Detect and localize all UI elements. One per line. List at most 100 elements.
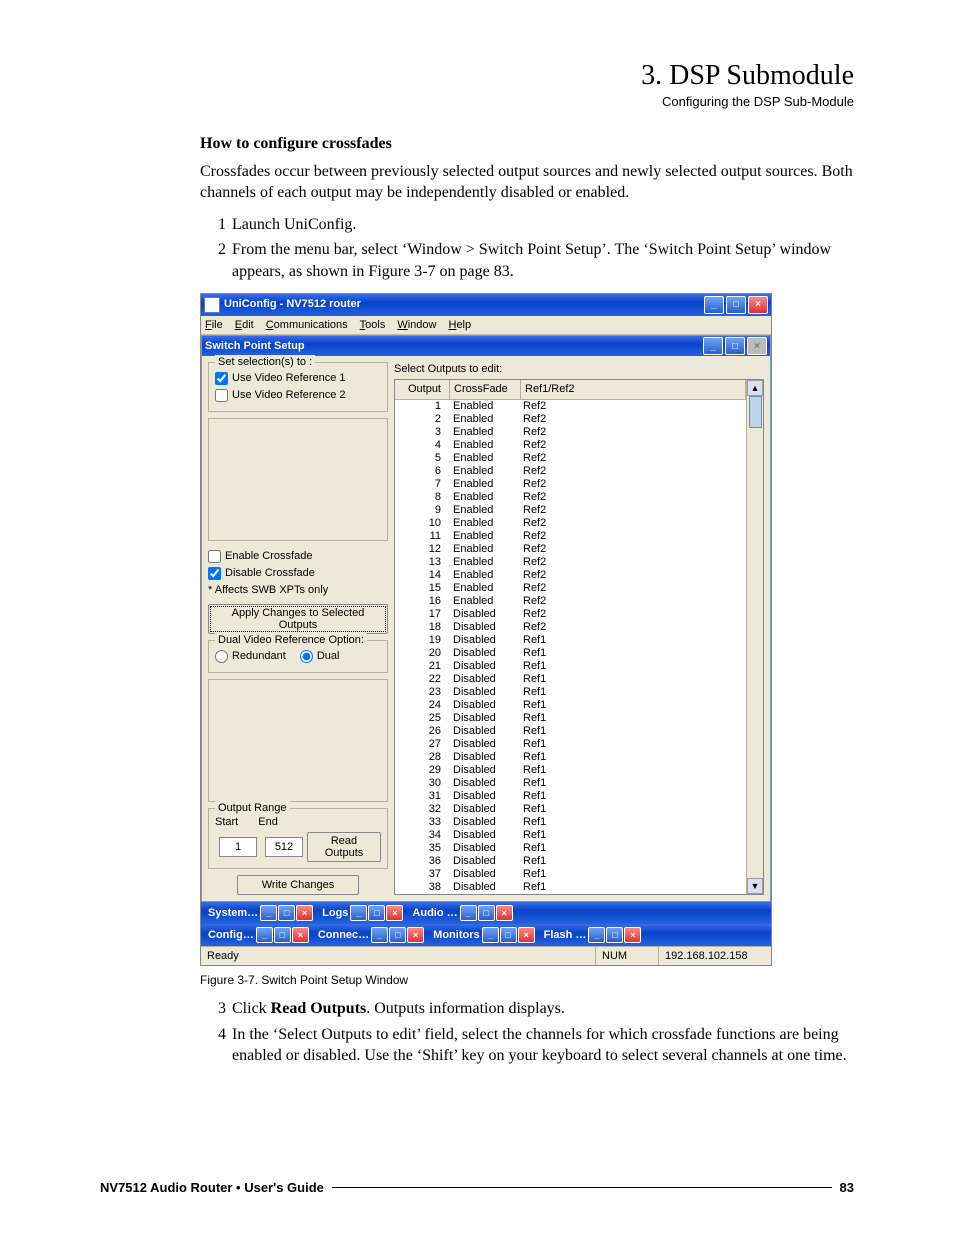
status-num: NUM <box>596 947 659 965</box>
menu-window[interactable]: Window <box>397 318 436 333</box>
table-row[interactable]: 19DisabledRef1 <box>395 634 746 647</box>
mdi-task[interactable]: Connec…_□× <box>313 926 426 944</box>
table-row[interactable]: 36DisabledRef1 <box>395 855 746 868</box>
task-minimize-icon[interactable]: _ <box>256 927 273 943</box>
table-row[interactable]: 5EnabledRef2 <box>395 452 746 465</box>
scrollbar[interactable]: ▲ ▼ <box>746 380 763 894</box>
table-row[interactable]: 6EnabledRef2 <box>395 465 746 478</box>
menu-tools[interactable]: Tools <box>360 318 386 333</box>
task-close-icon[interactable]: × <box>624 927 641 943</box>
table-row[interactable]: 34DisabledRef1 <box>395 829 746 842</box>
disable-crossfade-checkbox[interactable]: Disable Crossfade <box>208 566 388 581</box>
task-minimize-icon[interactable]: _ <box>460 905 477 921</box>
task-minimize-icon[interactable]: _ <box>588 927 605 943</box>
end-input[interactable] <box>265 837 303 857</box>
table-row[interactable]: 32DisabledRef1 <box>395 803 746 816</box>
table-row[interactable]: 27DisabledRef1 <box>395 738 746 751</box>
table-row[interactable]: 18DisabledRef2 <box>395 621 746 634</box>
table-row[interactable]: 8EnabledRef2 <box>395 491 746 504</box>
enable-crossfade-checkbox[interactable]: Enable Crossfade <box>208 549 388 564</box>
read-outputs-button[interactable]: Read Outputs <box>307 832 381 862</box>
table-row[interactable]: 35DisabledRef1 <box>395 842 746 855</box>
task-maximize-icon[interactable]: □ <box>274 927 291 943</box>
table-row[interactable]: 28DisabledRef1 <box>395 751 746 764</box>
maximize-button[interactable]: □ <box>726 296 746 314</box>
write-changes-button[interactable]: Write Changes <box>237 875 360 895</box>
child-titlebar[interactable]: Switch Point Setup _ □ × <box>202 336 770 356</box>
task-minimize-icon[interactable]: _ <box>260 905 277 921</box>
scroll-thumb[interactable] <box>749 396 762 428</box>
table-row[interactable]: 14EnabledRef2 <box>395 569 746 582</box>
start-input[interactable] <box>219 837 257 857</box>
task-maximize-icon[interactable]: □ <box>278 905 295 921</box>
task-maximize-icon[interactable]: □ <box>478 905 495 921</box>
table-row[interactable]: 9EnabledRef2 <box>395 504 746 517</box>
table-row[interactable]: 17DisabledRef2 <box>395 608 746 621</box>
menu-edit[interactable]: Edit <box>235 318 254 333</box>
close-button[interactable]: × <box>748 296 768 314</box>
menu-communications[interactable]: Communications <box>266 318 348 333</box>
table-row[interactable]: 10EnabledRef2 <box>395 517 746 530</box>
mdi-task[interactable]: Audio …_□× <box>407 904 514 922</box>
col-ref[interactable]: Ref1/Ref2 <box>521 380 746 399</box>
mdi-task[interactable]: Flash …_□× <box>539 926 644 944</box>
table-row[interactable]: 25DisabledRef1 <box>395 712 746 725</box>
table-row[interactable]: 2EnabledRef2 <box>395 413 746 426</box>
table-row[interactable]: 29DisabledRef1 <box>395 764 746 777</box>
minimize-button[interactable]: _ <box>704 296 724 314</box>
child-minimize-button[interactable]: _ <box>703 337 723 355</box>
table-row[interactable]: 4EnabledRef2 <box>395 439 746 452</box>
task-maximize-icon[interactable]: □ <box>500 927 517 943</box>
table-row[interactable]: 37DisabledRef1 <box>395 868 746 881</box>
task-minimize-icon[interactable]: _ <box>482 927 499 943</box>
use-ref1-checkbox[interactable]: Use Video Reference 1 <box>215 371 381 386</box>
col-output[interactable]: Output <box>395 380 450 399</box>
table-row[interactable]: 13EnabledRef2 <box>395 556 746 569</box>
outputs-table[interactable]: Output CrossFade Ref1/Ref2 1EnabledRef22… <box>394 379 764 895</box>
table-row[interactable]: 24DisabledRef1 <box>395 699 746 712</box>
task-minimize-icon[interactable]: _ <box>350 905 367 921</box>
task-maximize-icon[interactable]: □ <box>389 927 406 943</box>
task-close-icon[interactable]: × <box>386 905 403 921</box>
table-row[interactable]: 30DisabledRef1 <box>395 777 746 790</box>
apply-changes-button[interactable]: Apply Changes to Selected Outputs <box>208 604 388 634</box>
table-row[interactable]: 3EnabledRef2 <box>395 426 746 439</box>
task-close-icon[interactable]: × <box>292 927 309 943</box>
redundant-radio[interactable]: Redundant <box>215 649 286 664</box>
table-row[interactable]: 11EnabledRef2 <box>395 530 746 543</box>
table-row[interactable]: 26DisabledRef1 <box>395 725 746 738</box>
table-row[interactable]: 7EnabledRef2 <box>395 478 746 491</box>
table-row[interactable]: 22DisabledRef1 <box>395 673 746 686</box>
menu-file[interactable]: File <box>205 318 223 333</box>
app-titlebar[interactable]: UniConfig - NV7512 router _ □ × <box>201 294 771 316</box>
task-maximize-icon[interactable]: □ <box>368 905 385 921</box>
col-crossfade[interactable]: CrossFade <box>450 380 521 399</box>
table-row[interactable]: 1EnabledRef2 <box>395 400 746 413</box>
table-row[interactable]: 12EnabledRef2 <box>395 543 746 556</box>
table-row[interactable]: 16EnabledRef2 <box>395 595 746 608</box>
table-row[interactable]: 15EnabledRef2 <box>395 582 746 595</box>
task-minimize-icon[interactable]: _ <box>371 927 388 943</box>
child-maximize-button[interactable]: □ <box>725 337 745 355</box>
mdi-task[interactable]: Monitors_□× <box>428 926 536 944</box>
table-row[interactable]: 38DisabledRef1 <box>395 881 746 894</box>
mdi-task[interactable]: Logs_□× <box>317 904 405 922</box>
mdi-task[interactable]: Config…_□× <box>203 926 311 944</box>
dual-radio[interactable]: Dual <box>300 649 340 664</box>
table-row[interactable]: 33DisabledRef1 <box>395 816 746 829</box>
use-ref2-checkbox[interactable]: Use Video Reference 2 <box>215 388 381 403</box>
table-row[interactable]: 20DisabledRef1 <box>395 647 746 660</box>
task-maximize-icon[interactable]: □ <box>606 927 623 943</box>
scroll-down-icon[interactable]: ▼ <box>747 878 763 894</box>
table-row[interactable]: 23DisabledRef1 <box>395 686 746 699</box>
menubar[interactable]: File Edit Communications Tools Window He… <box>201 316 771 336</box>
task-close-icon[interactable]: × <box>407 927 424 943</box>
table-row[interactable]: 31DisabledRef1 <box>395 790 746 803</box>
task-close-icon[interactable]: × <box>296 905 313 921</box>
scroll-up-icon[interactable]: ▲ <box>747 380 763 396</box>
task-close-icon[interactable]: × <box>518 927 535 943</box>
task-close-icon[interactable]: × <box>496 905 513 921</box>
table-row[interactable]: 21DisabledRef1 <box>395 660 746 673</box>
menu-help[interactable]: Help <box>448 318 471 333</box>
mdi-task[interactable]: System…_□× <box>203 904 315 922</box>
